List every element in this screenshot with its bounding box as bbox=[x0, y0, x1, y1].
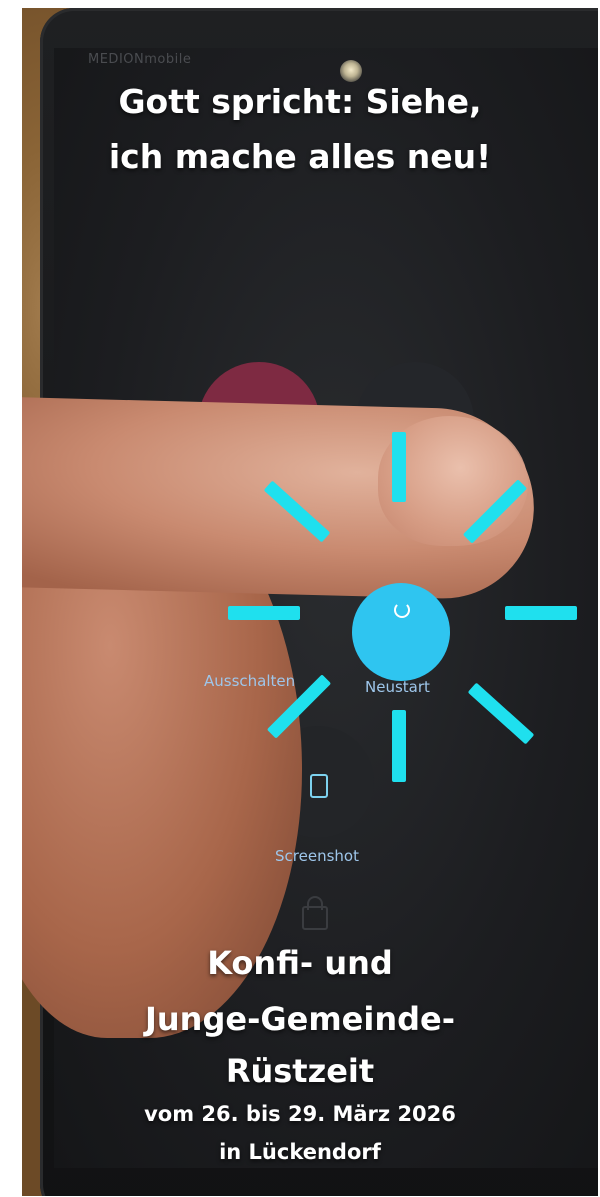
ray-bottom bbox=[392, 710, 406, 782]
ray-right bbox=[505, 606, 577, 620]
event-dates: vom 26. bis 29. März 2026 bbox=[144, 1102, 456, 1126]
event-title-line-1: Konfi- und bbox=[207, 944, 393, 982]
ray-top bbox=[392, 432, 406, 502]
event-title-line-3: Rüstzeit bbox=[225, 1052, 375, 1090]
power-off-label: Ausschalten bbox=[204, 672, 296, 690]
camera-lens-icon bbox=[340, 60, 362, 82]
carrier-label: MEDIONmobile bbox=[88, 52, 192, 67]
headline-line-2: ich mache alles neu! bbox=[108, 137, 492, 176]
restart-label: Neustart bbox=[365, 678, 430, 696]
event-location: in Lückendorf bbox=[219, 1140, 381, 1164]
restart-icon bbox=[394, 602, 410, 618]
screenshot-label: Screenshot bbox=[275, 847, 359, 865]
ray-left bbox=[228, 606, 300, 620]
headline-line-1: Gott spricht: Siehe, bbox=[118, 82, 482, 121]
restart-button bbox=[352, 583, 450, 681]
screenshot-icon bbox=[310, 774, 328, 798]
event-title-line-2: Junge-Gemeinde- bbox=[144, 1000, 455, 1038]
lock-icon bbox=[302, 896, 328, 930]
